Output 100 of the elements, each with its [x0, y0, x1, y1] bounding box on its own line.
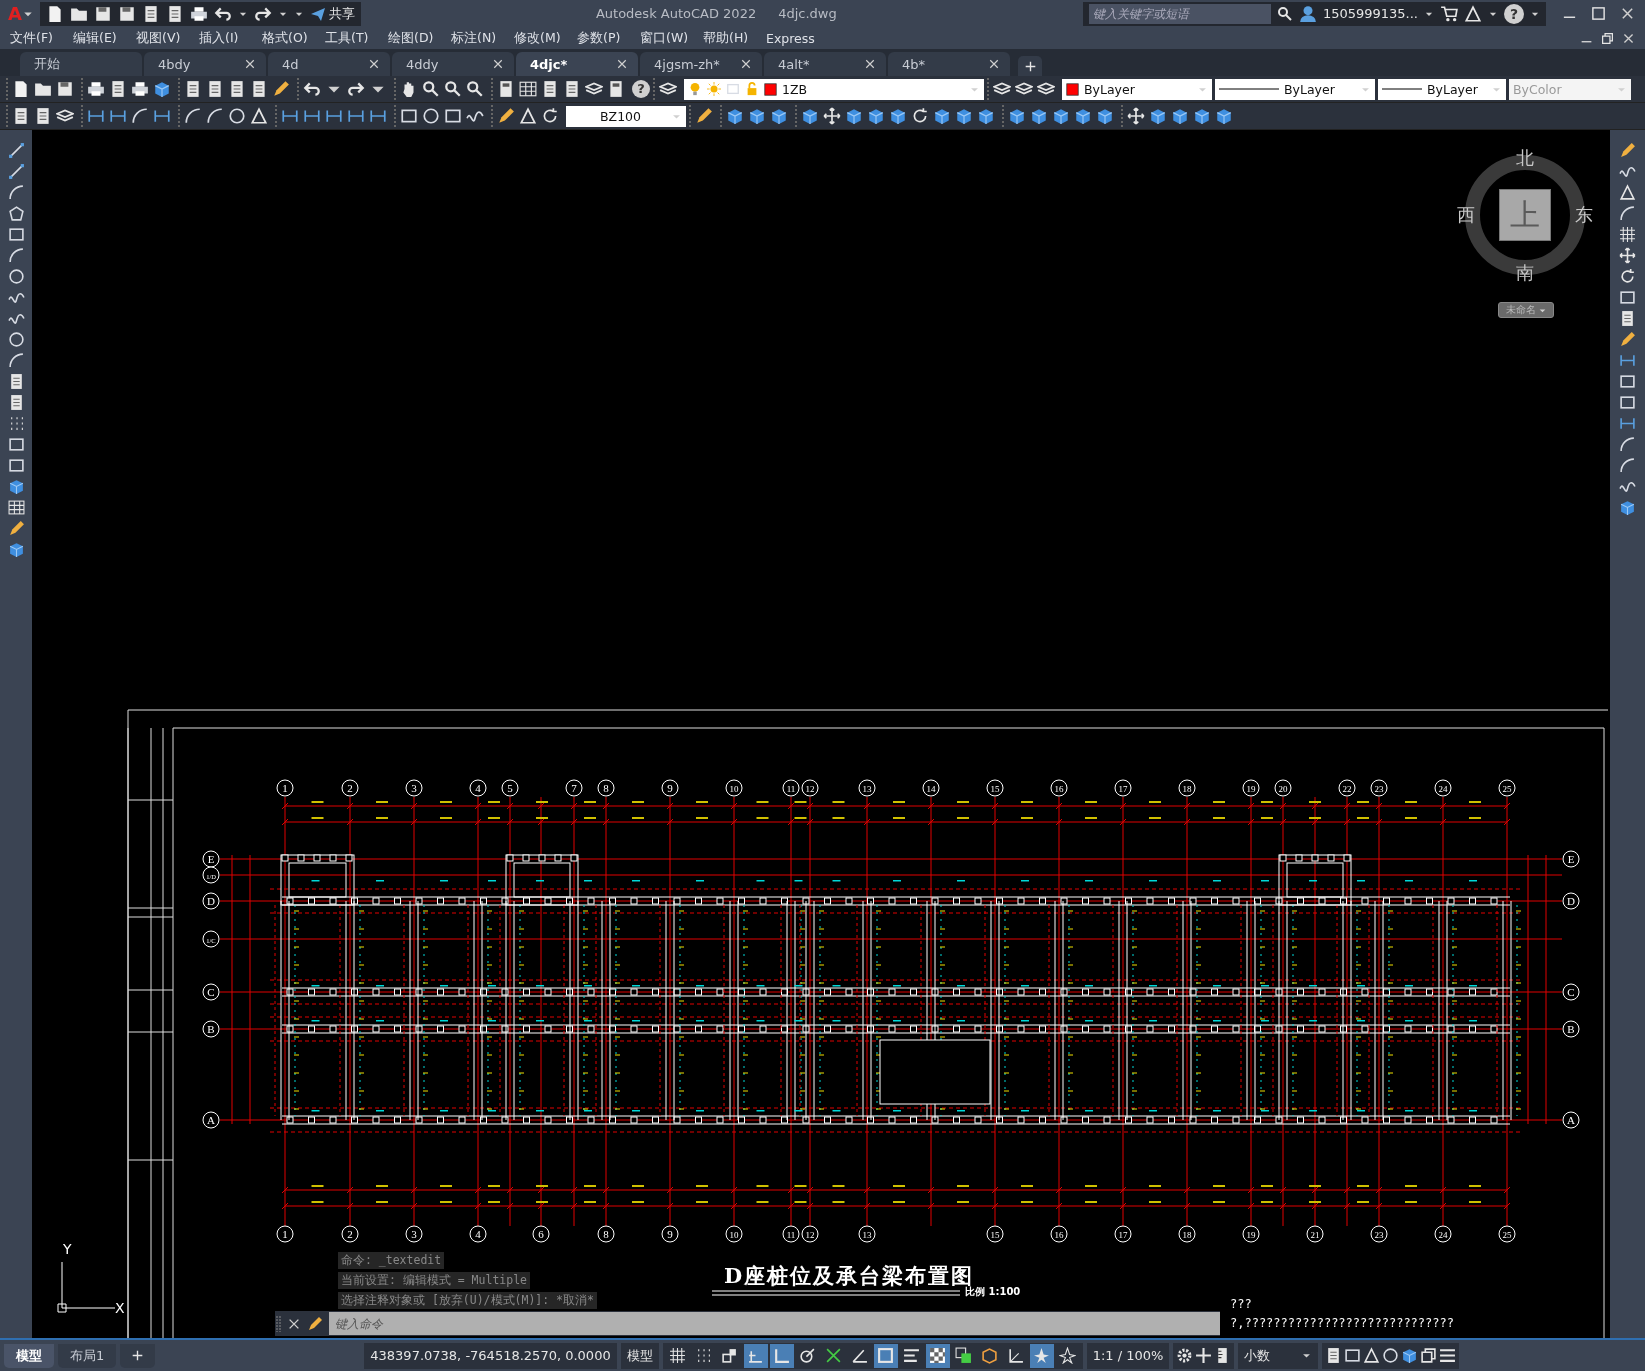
dimension-icon[interactable]: [153, 107, 171, 125]
close-icon[interactable]: [492, 58, 504, 70]
move-arrows-icon[interactable]: [1619, 247, 1636, 264]
status-toggle[interactable]: [925, 1343, 950, 1368]
menu-icon[interactable]: [1439, 1347, 1457, 1364]
menu-item[interactable]: 修改(M): [514, 29, 577, 47]
magnifier-icon[interactable]: [1276, 5, 1293, 22]
cube-icon[interactable]: [153, 80, 171, 98]
document-icon[interactable]: [12, 107, 30, 125]
line-icon[interactable]: [7, 142, 25, 159]
document-icon[interactable]: [34, 107, 52, 125]
dimension-icon[interactable]: [369, 107, 387, 125]
dimension-icon[interactable]: [1619, 352, 1636, 369]
document-icon[interactable]: [541, 80, 559, 98]
compass-label[interactable]: 北: [1513, 147, 1537, 169]
compass-label[interactable]: 东: [1572, 204, 1596, 226]
dropdown-field[interactable]: ByLayer: [1062, 78, 1212, 100]
rectangle-icon[interactable]: [444, 107, 462, 125]
page-icon[interactable]: [12, 80, 30, 98]
triangle-icon[interactable]: [250, 107, 268, 125]
cube-icon[interactable]: [7, 541, 25, 558]
pencil-icon[interactable]: [272, 80, 290, 98]
cube-icon[interactable]: [1401, 1347, 1419, 1364]
user-account[interactable]: 1505999135...: [1322, 6, 1418, 21]
rectangle-icon[interactable]: [1619, 373, 1636, 390]
table-icon[interactable]: [519, 80, 537, 98]
cube-icon[interactable]: [1193, 107, 1211, 125]
move-arrows-icon[interactable]: [1127, 107, 1145, 125]
redo-arrow-icon[interactable]: [347, 80, 365, 98]
cube-icon[interactable]: [867, 107, 885, 125]
status-toggle[interactable]: [1029, 1343, 1054, 1368]
help-button[interactable]: ?: [632, 80, 650, 98]
line-icon[interactable]: [7, 163, 25, 180]
menu-item[interactable]: 编辑(E): [73, 29, 136, 47]
model-space-button[interactable]: 模型: [620, 1342, 659, 1369]
cube-icon[interactable]: [7, 478, 25, 495]
cube-icon[interactable]: [1074, 107, 1092, 125]
rotate-arrow-icon[interactable]: [541, 107, 559, 125]
compass-label[interactable]: 南: [1513, 262, 1537, 284]
rectangle-icon[interactable]: [400, 107, 418, 125]
new-tab-button[interactable]: [1018, 56, 1042, 76]
close-icon[interactable]: [616, 58, 628, 70]
dimension-icon[interactable]: [281, 107, 299, 125]
cube-icon[interactable]: [845, 107, 863, 125]
circle-icon[interactable]: [228, 107, 246, 125]
cube-icon[interactable]: [1030, 107, 1048, 125]
cube-icon[interactable]: [1096, 107, 1114, 125]
printer-icon[interactable]: [189, 4, 208, 23]
cube-icon[interactable]: [1619, 499, 1636, 516]
menu-item[interactable]: 工具(T): [325, 29, 388, 47]
cube-icon[interactable]: [801, 107, 819, 125]
dimension-icon[interactable]: [303, 107, 321, 125]
document-icon[interactable]: [228, 80, 246, 98]
arc-icon[interactable]: [1619, 436, 1636, 453]
bulb-icon[interactable]: [688, 82, 702, 96]
layout-tab[interactable]: 布局1: [58, 1343, 117, 1368]
close-icon[interactable]: [368, 58, 380, 70]
dimension-icon[interactable]: [109, 107, 127, 125]
pencil-icon[interactable]: [1619, 142, 1636, 159]
rectangle-icon[interactable]: [1619, 289, 1636, 306]
circle-icon[interactable]: [7, 331, 25, 348]
file-tab[interactable]: 4alt*: [764, 52, 886, 76]
pencil-icon[interactable]: [497, 107, 515, 125]
move-arrows-icon[interactable]: [823, 107, 841, 125]
document-icon[interactable]: [206, 80, 224, 98]
arc-icon[interactable]: [7, 247, 25, 264]
file-tab[interactable]: 4d: [268, 52, 390, 76]
menu-item[interactable]: 绘图(D): [388, 29, 451, 47]
close-icon[interactable]: [244, 58, 256, 70]
menu-item[interactable]: 文件(F): [10, 29, 73, 47]
triangle-icon[interactable]: [1464, 4, 1482, 23]
menu-item[interactable]: 帮助(H): [703, 29, 766, 47]
printer-icon[interactable]: [87, 80, 105, 98]
plus-icon[interactable]: [1195, 1347, 1213, 1364]
triangle-icon[interactable]: [1363, 1347, 1381, 1364]
grid-icon[interactable]: [1619, 226, 1636, 243]
document-icon[interactable]: [563, 80, 581, 98]
document-icon[interactable]: [250, 80, 268, 98]
magnifier-icon[interactable]: [444, 80, 462, 98]
cube-icon[interactable]: [889, 107, 907, 125]
help-button[interactable]: ?: [1504, 3, 1524, 24]
status-toggle[interactable]: [769, 1343, 794, 1368]
cube-icon[interactable]: [726, 107, 744, 125]
cube-icon[interactable]: [1149, 107, 1167, 125]
pencil-icon[interactable]: [7, 520, 25, 537]
pencil-icon[interactable]: [695, 107, 713, 125]
color-swatch-icon[interactable]: [764, 82, 777, 96]
menu-item[interactable]: 视图(V): [136, 29, 199, 47]
rotate-arrow-icon[interactable]: [911, 107, 929, 125]
circle-icon[interactable]: [1382, 1347, 1400, 1364]
file-tab[interactable]: 开始: [20, 52, 142, 76]
close-icon[interactable]: [740, 58, 752, 70]
document-icon[interactable]: [1619, 310, 1636, 327]
arc-icon[interactable]: [7, 352, 25, 369]
cube-icon[interactable]: [1052, 107, 1070, 125]
restore-icon[interactable]: [1420, 1347, 1438, 1364]
rectangle-icon[interactable]: [7, 436, 25, 453]
circle-icon[interactable]: [7, 268, 25, 285]
dimension-icon[interactable]: [1619, 415, 1636, 432]
file-tab[interactable]: 4b*: [888, 52, 1010, 76]
